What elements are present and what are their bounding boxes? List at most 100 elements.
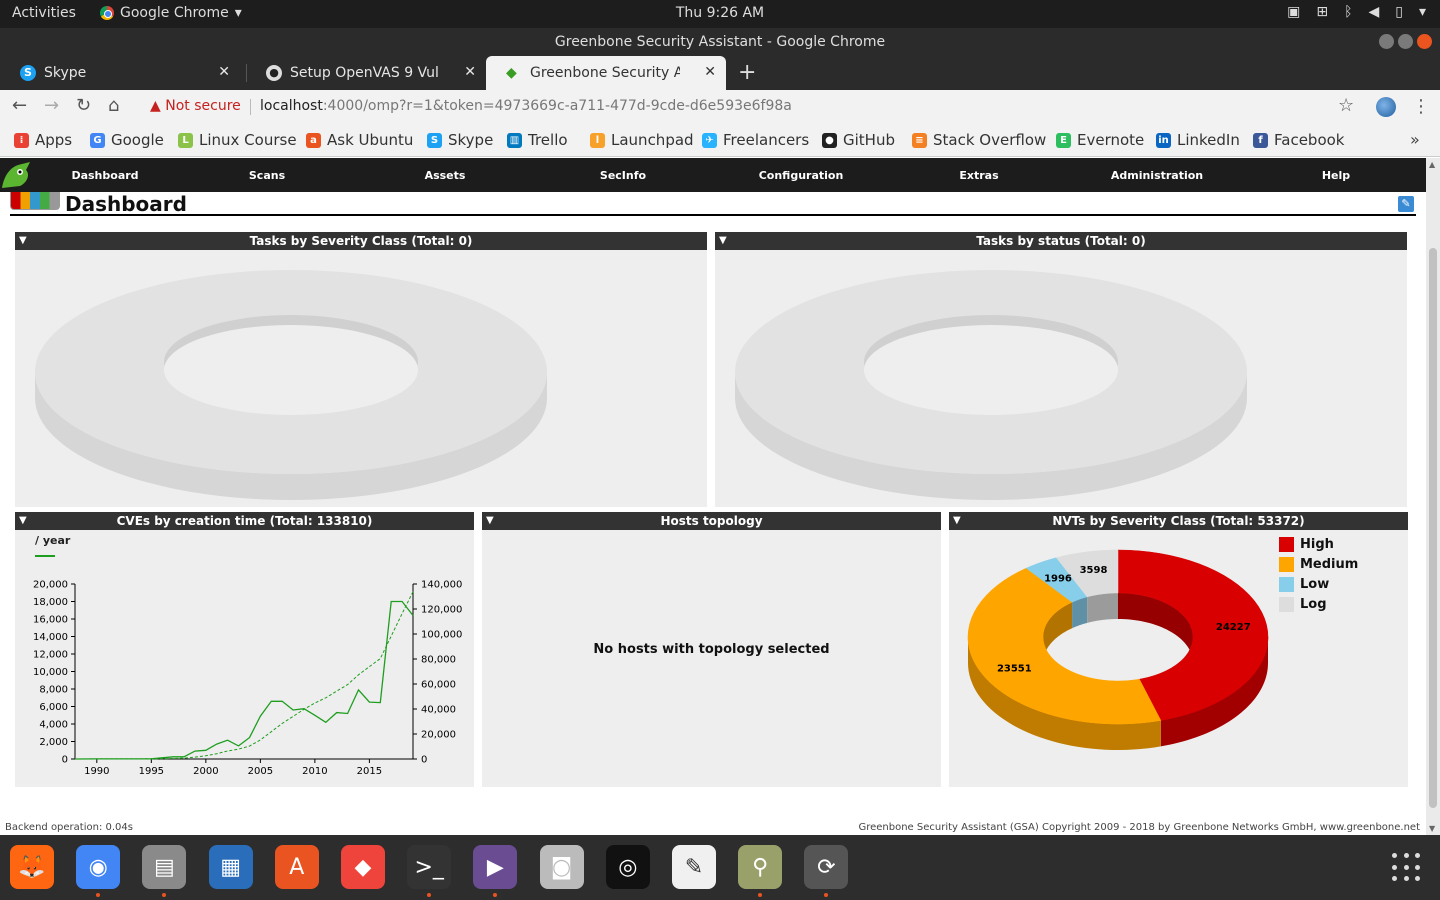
page-scrollbar[interactable]: ▲ ▼ [1426, 158, 1440, 835]
updater-icon[interactable]: ⟳ [804, 845, 849, 889]
files-icon[interactable]: ▤ [142, 845, 187, 889]
panel-tasks-status: ▼ Tasks by status (Total: 0) [715, 232, 1407, 507]
legend-label: High [1300, 536, 1334, 552]
nav-configuration[interactable]: Configuration [731, 169, 871, 182]
slice-value-label: 24227 [1216, 622, 1251, 633]
security-indicator[interactable]: ▲ Not secure [150, 98, 241, 114]
nav-extras[interactable]: Extras [909, 169, 1049, 182]
camera-icon[interactable]: ◙ [539, 845, 584, 889]
bookmark-star-icon[interactable]: ☆ [1338, 95, 1354, 116]
warning-icon: ▲ [150, 98, 161, 114]
chrome-icon[interactable]: ◉ [76, 845, 121, 889]
legend-swatch [1279, 576, 1294, 592]
terminal-icon[interactable]: >_ [407, 845, 452, 889]
tab-skype[interactable]: S Skype ✕ [0, 56, 240, 90]
window-title: Greenbone Security Assistant - Google Ch… [554, 34, 886, 50]
close-window-button[interactable] [1417, 34, 1432, 49]
bookmark-freelancers[interactable]: ✈ Freelancers [702, 131, 809, 149]
software-icon[interactable]: A [274, 845, 319, 889]
panel-menu-icon[interactable]: ▼ [19, 512, 27, 530]
panel-menu-icon[interactable]: ▼ [486, 512, 494, 530]
y-tick-label-right: 100,000 [421, 630, 462, 641]
bookmark-linux-course[interactable]: L Linux Course [178, 131, 297, 149]
chrome-menu-icon[interactable]: ⋮ [1412, 96, 1430, 117]
reload-icon[interactable]: ↻ [76, 95, 91, 116]
nav-scans[interactable]: Scans [197, 169, 337, 182]
close-tab-icon[interactable]: ✕ [464, 64, 476, 80]
tab-greenbone[interactable]: ◆ Greenbone Security Assist ✕ [486, 56, 726, 90]
tab-openvas-setup[interactable]: ● Setup OpenVAS 9 Vulnera ✕ [246, 56, 486, 90]
new-tab-button[interactable]: + [738, 60, 756, 85]
greenbone-logo[interactable] [0, 160, 34, 190]
panel-menu-icon[interactable]: ▼ [719, 232, 727, 250]
bookmark-skype[interactable]: S Skype [427, 131, 493, 149]
bookmark-google[interactable]: G Google [90, 131, 164, 149]
profile-avatar[interactable] [1376, 97, 1396, 117]
bookmark-label: Linux Course [199, 131, 297, 149]
bookmarks-overflow-icon[interactable]: » [1410, 130, 1420, 149]
cumulative-series-line [74, 591, 414, 760]
network-icon[interactable]: ⊞ [1316, 4, 1328, 20]
close-tab-icon[interactable]: ✕ [704, 64, 716, 80]
bookmark-linkedin[interactable]: in LinkedIn [1156, 131, 1240, 149]
writer-icon[interactable]: ▦ [208, 845, 253, 889]
bookmark-apps[interactable]: ⁞ Apps [14, 131, 72, 149]
camera-indicator-icon[interactable]: ▣ [1287, 4, 1300, 20]
slice-inner-wall-log [1087, 593, 1118, 623]
nvt-donut-chart: 24227 23551 1996 3598 [967, 549, 1269, 750]
anydesk-icon[interactable]: ◆ [341, 845, 385, 889]
minimize-button[interactable] [1379, 34, 1394, 49]
panel-menu-icon[interactable]: ▼ [19, 232, 27, 250]
nvt-legend: High Medium Low Log [1279, 534, 1358, 614]
scrollbar-thumb[interactable] [1429, 248, 1437, 808]
home-icon[interactable]: ⌂ [108, 95, 119, 116]
nav-help[interactable]: Help [1266, 169, 1406, 182]
nav-secinfo[interactable]: SecInfo [553, 169, 693, 182]
bookmark-label: Trello [528, 131, 568, 149]
app-menu[interactable]: Google Chrome ▾ [100, 5, 242, 21]
clock-label[interactable]: Thu 9:26 AM [676, 5, 764, 21]
yearly-series-line [74, 600, 414, 760]
panel-menu-icon[interactable]: ▼ [953, 512, 961, 530]
text-editor-icon[interactable]: ✎ [672, 845, 716, 889]
firefox-icon[interactable]: 🦊 [10, 845, 54, 889]
running-indicator [96, 893, 101, 897]
wrench-icon[interactable]: ✎ [1398, 196, 1414, 212]
scroll-up-icon[interactable]: ▲ [1429, 160, 1435, 169]
running-indicator [824, 893, 829, 897]
bookmark-label: GitHub [843, 131, 895, 149]
show-applications-icon[interactable] [1392, 853, 1422, 883]
nav-assets[interactable]: Assets [375, 169, 515, 182]
obs-icon[interactable]: ◎ [605, 845, 650, 889]
y-tick-label-left: 16,000 [33, 615, 68, 626]
bookmark-launchpad[interactable]: l Launchpad [590, 131, 694, 149]
askubuntu-icon: a [306, 132, 321, 148]
video-icon[interactable]: ▶ [473, 845, 518, 889]
github-icon: ● [822, 132, 837, 148]
x-tick-label: 1995 [139, 766, 164, 777]
bookmark-facebook[interactable]: f Facebook [1253, 131, 1344, 149]
y-tick-label-right: 80,000 [421, 655, 456, 666]
bookmark-github[interactable]: ● GitHub [822, 131, 895, 149]
bluetooth-icon[interactable]: ᛒ [1344, 4, 1352, 20]
volume-icon[interactable]: ◀ [1368, 4, 1379, 20]
activities-button[interactable]: Activities [12, 5, 76, 21]
nav-dashboard[interactable]: Dashboard [35, 169, 175, 182]
bookmark-ask-ubuntu[interactable]: a Ask Ubuntu [306, 131, 413, 149]
scroll-down-icon[interactable]: ▼ [1429, 824, 1435, 833]
back-icon[interactable]: ← [12, 95, 27, 116]
battery-icon[interactable]: ▯ [1395, 4, 1403, 20]
system-menu-chevron-icon[interactable]: ▾ [1419, 4, 1426, 20]
chrome-icon [100, 6, 114, 20]
close-tab-icon[interactable]: ✕ [218, 64, 230, 80]
bookmark-label: Stack Overflow [933, 131, 1047, 149]
url-input[interactable]: localhost:4000/omp?r=1&token=4973669c-a7… [260, 98, 792, 114]
bookmark-stack-overflow[interactable]: ≡ Stack Overflow [912, 131, 1046, 149]
maximize-button[interactable] [1398, 34, 1413, 49]
greenbone-icon: ◆ [506, 65, 517, 81]
nav-administration[interactable]: Administration [1087, 169, 1227, 182]
bookmark-evernote[interactable]: E Evernote [1056, 131, 1144, 149]
bookmark-trello[interactable]: ▥ Trello [507, 131, 568, 149]
search-monitor-icon[interactable]: ⚲ [738, 845, 783, 889]
forward-icon[interactable]: → [44, 95, 59, 116]
